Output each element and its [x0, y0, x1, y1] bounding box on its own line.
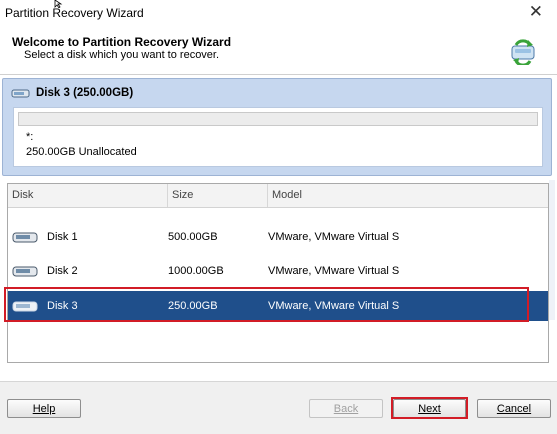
- next-label: Next: [418, 403, 441, 415]
- disk-icon: [12, 301, 38, 312]
- wizard-footer: [0, 381, 557, 434]
- mouse-cursor-icon: [54, 0, 63, 8]
- disk-model: VMware, VMware Virtual S: [268, 231, 400, 243]
- disk-model: VMware, VMware Virtual S: [268, 265, 400, 277]
- cancel-button[interactable]: Cancel: [477, 399, 551, 418]
- title-bar: Partition Recovery Wizard ✕: [0, 0, 557, 26]
- table-row[interactable]: Disk 1 500.00GB VMware, VMware Virtual S: [8, 222, 548, 252]
- back-button[interactable]: Back: [309, 399, 383, 418]
- table-row-selected[interactable]: Disk 3 250.00GB VMware, VMware Virtual S: [8, 291, 548, 321]
- table-row[interactable]: Disk 2 1000.00GB VMware, VMware Virtual …: [8, 256, 548, 286]
- column-header-size[interactable]: Size: [168, 184, 268, 207]
- help-label: Help: [32, 403, 56, 415]
- disk-name: Disk 3: [47, 300, 78, 312]
- help-button[interactable]: Help: [7, 399, 81, 418]
- selected-disk-panel: Disk 3 (250.00GB) *: 250.00GB Unallocate…: [2, 78, 552, 176]
- column-header-disk[interactable]: Disk: [8, 184, 168, 207]
- partition-name: *:: [26, 131, 34, 143]
- next-button[interactable]: Next: [393, 399, 466, 418]
- selected-disk-label: Disk 3 (250.00GB): [36, 87, 134, 99]
- header-subtitle: Select a disk which you want to recover.: [24, 49, 220, 61]
- table-header: Disk Size Model: [8, 184, 548, 208]
- disk-name: Disk 2: [47, 265, 78, 277]
- disk-name: Disk 1: [47, 231, 78, 243]
- disk-icon: [12, 266, 38, 277]
- disk-icon: [12, 232, 38, 243]
- partition-map[interactable]: *: 250.00GB Unallocated: [13, 107, 543, 167]
- wizard-window: Partition Recovery Wizard ✕ Welcome to P…: [0, 0, 557, 434]
- disk-table: Disk Size Model Disk 1 500.00GB VMware, …: [7, 183, 549, 363]
- disk-model: VMware, VMware Virtual S: [268, 300, 400, 312]
- window-title: Partition Recovery Wizard: [5, 6, 144, 20]
- disk-size: 250.00GB: [168, 300, 218, 312]
- cancel-label: Cancel: [496, 403, 532, 415]
- wizard-header: Welcome to Partition Recovery Wizard Sel…: [0, 26, 557, 75]
- partition-bar[interactable]: [18, 112, 538, 126]
- partition-description: 250.00GB Unallocated: [26, 146, 137, 158]
- disk-icon: [11, 89, 30, 97]
- recovery-icon: [511, 39, 535, 65]
- header-title: Welcome to Partition Recovery Wizard: [12, 35, 232, 49]
- column-header-model[interactable]: Model: [268, 184, 548, 207]
- selected-disk-header: Disk 3 (250.00GB): [11, 87, 133, 99]
- disk-size: 1000.00GB: [168, 265, 224, 277]
- back-label: Back: [333, 403, 359, 415]
- scrollbar[interactable]: [549, 180, 555, 320]
- close-icon[interactable]: ✕: [529, 2, 543, 22]
- disk-size: 500.00GB: [168, 231, 218, 243]
